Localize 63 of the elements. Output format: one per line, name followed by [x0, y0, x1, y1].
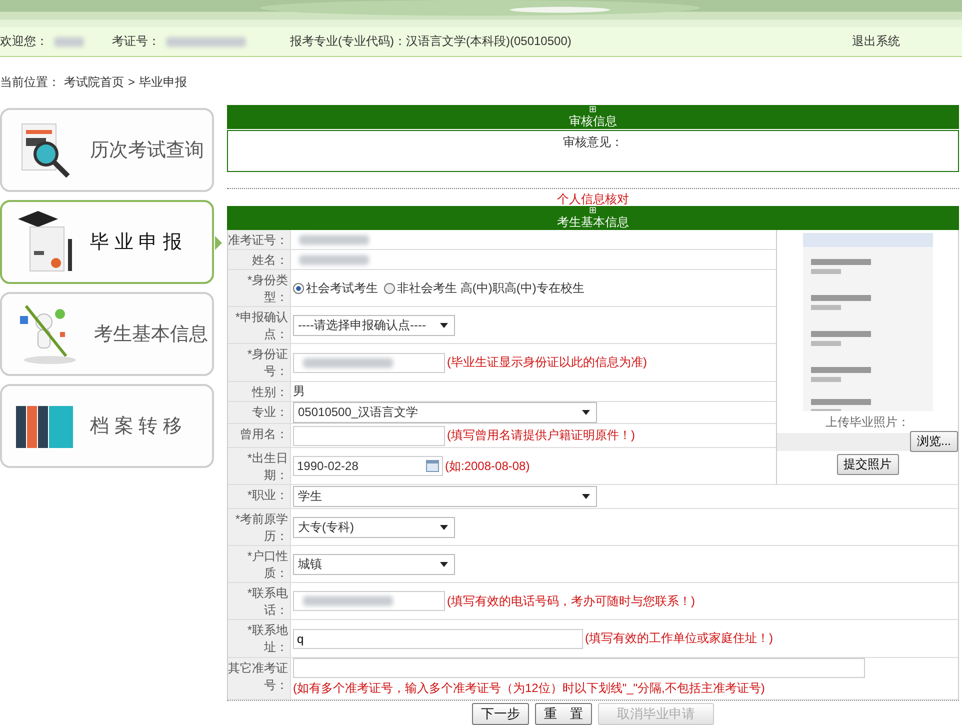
breadcrumb-label: 当前位置：: [0, 74, 60, 91]
caret-icon: [582, 494, 590, 499]
calendar-icon: [426, 460, 439, 472]
radio-option[interactable]: 社会考试考生: [293, 280, 378, 296]
field-label: *身份证号：: [228, 344, 291, 381]
field-label: *申报确认点：: [228, 307, 291, 343]
field-label: *户口性质：: [228, 546, 291, 582]
dropdown[interactable]: ----请选择申报确认点----: [293, 314, 455, 336]
caret-icon: [582, 410, 590, 415]
dropdown[interactable]: 大专(专科): [293, 516, 455, 538]
upload-photo-label: 上传毕业照片：: [826, 414, 910, 431]
input-field[interactable]: [293, 352, 445, 372]
radio-option[interactable]: 非社会考生 高(中)职高(中)专在校生: [384, 280, 584, 296]
date-field[interactable]: 1990-02-28: [293, 456, 443, 476]
field-label: 其它准考证号：: [228, 658, 291, 699]
blurred-value: [54, 36, 84, 47]
browse-button[interactable]: 浏览...: [910, 431, 958, 452]
breadcrumb-separator: >: [128, 75, 136, 90]
audit-opinion-label: 审核意见：: [563, 135, 623, 149]
dropdown[interactable]: 05010500_汉语言文学: [293, 402, 597, 423]
input-field[interactable]: q: [293, 628, 583, 648]
hint-text: (填写曾用名请提供户籍证明原件！): [447, 427, 635, 444]
field-label: 曾用名：: [228, 424, 291, 447]
file-field[interactable]: [777, 432, 910, 450]
submit-photo-button[interactable]: 提交照片: [836, 454, 898, 475]
form-button[interactable]: 重 置: [535, 703, 592, 725]
caret-icon: [440, 322, 448, 328]
input-field[interactable]: [293, 658, 865, 678]
section-header: ⊞ 审核信息: [227, 105, 959, 129]
field-label: *出生日期：: [228, 448, 291, 484]
exam-number-label: 考证号：: [112, 33, 160, 50]
field-label: *职业：: [228, 485, 291, 508]
sidebar-item[interactable]: 历次考试查询: [0, 108, 214, 192]
field-label: *联系地址：: [228, 620, 291, 657]
input-field[interactable]: [293, 591, 445, 611]
hint-text: (如:2008-08-08): [445, 458, 530, 474]
form-button[interactable]: 下一步: [472, 703, 529, 725]
hint-text: (毕业生证显示身份证以此的信息为准): [447, 354, 647, 371]
field-value: 男: [293, 383, 305, 400]
dropdown[interactable]: 学生: [293, 486, 597, 507]
field-label: *身份类型：: [228, 270, 291, 306]
input-field[interactable]: [293, 426, 445, 446]
hint-text: (如有多个准考证号，输入多个准考证号（为12位）时以下划线"_"分隔,不包括主准考证号): [293, 680, 765, 697]
field-label: 专业：: [228, 402, 291, 423]
field-label: 性别：: [228, 382, 291, 401]
section-header: ⊞ 考生基本信息: [227, 206, 959, 230]
field-label: *联系电话：: [228, 583, 291, 619]
logout-link[interactable]: 退出系统: [852, 33, 900, 50]
field-label: 姓名：: [228, 250, 291, 269]
sidebar-item[interactable]: 考生基本信息: [0, 292, 214, 376]
major-label: 报考专业(专业代码)：汉语言文学(本科段)(05010500): [290, 33, 572, 50]
hint-text: (填写有效的工作单位或家庭住址！): [585, 630, 773, 647]
caret-icon: [440, 524, 448, 530]
section-title: 个人信息核对: [557, 192, 629, 206]
breadcrumb-current: 毕业申报: [139, 74, 188, 91]
welcome-label: 欢迎您：: [0, 33, 48, 50]
field-label: *考前原学历：: [228, 509, 291, 545]
sidebar-item[interactable]: 档 案 转 移: [0, 384, 214, 468]
breadcrumb-link[interactable]: 考试院首页: [64, 74, 124, 91]
dropdown[interactable]: 城镇: [293, 554, 455, 574]
field-label: 准考证号：: [228, 230, 291, 249]
hint-text: (填写有效的电话号码，考办可随时与您联系！): [447, 592, 695, 610]
caret-icon: [440, 562, 448, 566]
